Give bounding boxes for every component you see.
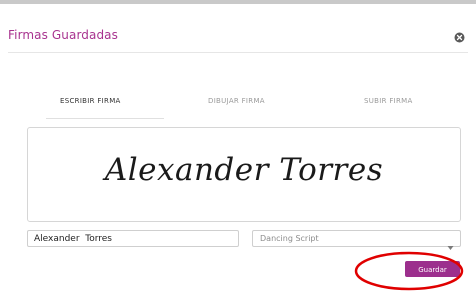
tab-write-signature[interactable]: ESCRIBIR FIRMA (60, 94, 121, 108)
chevron-down-icon (447, 236, 454, 250)
close-icon[interactable] (454, 28, 465, 43)
font-select-value: Dancing Script (260, 234, 319, 243)
tab-draw-signature[interactable]: DIBUJAR FIRMA (208, 94, 265, 108)
annotation-highlight-ellipse (354, 251, 464, 291)
dialog-title: Firmas Guardadas (8, 28, 118, 42)
header-divider (8, 52, 468, 53)
signature-preview: Alexander Torres (27, 127, 461, 222)
saved-signatures-dialog: Firmas Guardadas ESCRIBIR FIRMA DIBUJAR … (0, 4, 476, 291)
signature-name-input[interactable] (27, 230, 239, 247)
tab-upload-signature[interactable]: SUBIR FIRMA (364, 94, 413, 108)
active-tab-underline (46, 118, 164, 119)
font-select[interactable]: Dancing Script (252, 230, 461, 250)
signature-preview-text: Alexander Torres (104, 152, 384, 188)
